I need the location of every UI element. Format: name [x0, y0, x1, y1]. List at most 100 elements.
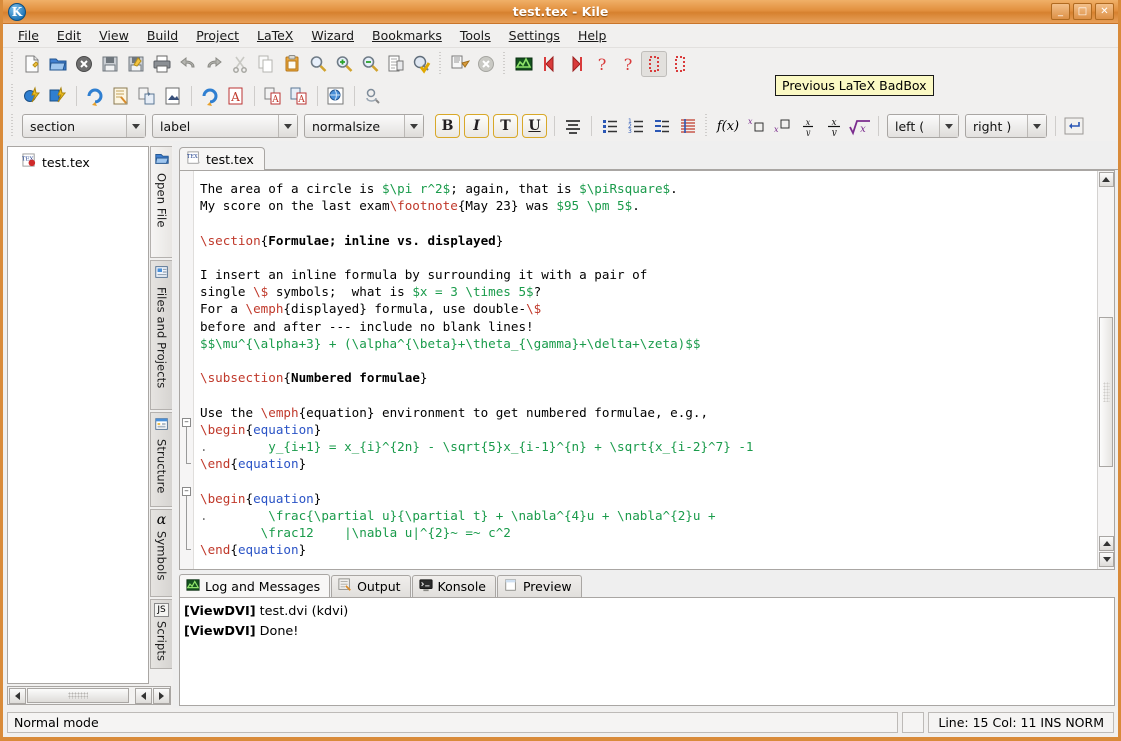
sidebar-item-structure[interactable]: Structure — [150, 412, 172, 507]
list-item[interactable]: TEX test.tex — [8, 151, 148, 173]
zoom-out-icon[interactable] — [357, 51, 383, 77]
close-file-icon[interactable] — [71, 51, 97, 77]
new-file-icon[interactable] — [19, 51, 45, 77]
sidebar-item-open-file[interactable]: Open File — [150, 146, 172, 258]
code-content[interactable]: The area of a circle is $\pi r^2$; again… — [194, 171, 1097, 569]
minimize-button[interactable]: _ — [1051, 3, 1070, 20]
bold-button[interactable]: B — [435, 114, 460, 138]
cut-icon[interactable] — [227, 51, 253, 77]
open-file-icon[interactable] — [45, 51, 71, 77]
menu-latex[interactable]: LaTeX — [248, 25, 302, 46]
text-editor[interactable]: – – The area of a circle is $\pi r^2$; a… — [179, 170, 1115, 570]
sidebar-item-files-and-projects[interactable]: Files and Projects — [150, 260, 172, 410]
undo-icon[interactable] — [175, 51, 201, 77]
spellcheck-icon[interactable] — [409, 51, 435, 77]
function-button[interactable]: f(x) — [713, 113, 743, 139]
quickbuild-icon[interactable] — [19, 83, 45, 109]
viewpdf-icon[interactable]: A — [223, 83, 249, 109]
dfrac-button[interactable]: xy — [821, 113, 847, 139]
next-latex-error-icon[interactable] — [563, 51, 589, 77]
description-icon[interactable] — [649, 113, 675, 139]
section-combo[interactable]: section — [22, 114, 146, 138]
previous-latex-warning-icon[interactable]: ? — [589, 51, 615, 77]
tab-test-tex[interactable]: TEX test.tex — [179, 147, 265, 170]
next-latex-warning-icon[interactable]: ? — [615, 51, 641, 77]
fold-marker-equation-2[interactable]: – — [182, 487, 191, 496]
label-combo[interactable]: label — [152, 114, 298, 138]
forward-search-icon[interactable] — [360, 83, 386, 109]
scroll-left-button-2[interactable] — [135, 687, 152, 704]
menu-settings[interactable]: Settings — [500, 25, 569, 46]
align-center-icon[interactable] — [560, 113, 586, 139]
viewdvi-icon[interactable] — [108, 83, 134, 109]
menu-build[interactable]: Build — [138, 25, 187, 46]
sqrt-button[interactable]: x — [847, 113, 873, 139]
pdflatex-icon[interactable] — [197, 83, 223, 109]
maximize-button[interactable]: □ — [1073, 3, 1092, 20]
scroll-right-button[interactable] — [153, 687, 170, 704]
previous-latex-error-icon[interactable] — [537, 51, 563, 77]
toolbar-grip[interactable] — [10, 52, 16, 76]
toolbar-grip-2[interactable] — [438, 52, 444, 76]
superscript-button[interactable]: x — [743, 113, 769, 139]
scroll-down-button[interactable] — [1099, 552, 1114, 567]
find-icon[interactable] — [305, 51, 331, 77]
tab-preview[interactable]: Preview — [496, 575, 582, 597]
enumerate-icon[interactable]: 123 — [623, 113, 649, 139]
sidebar-item-scripts[interactable]: JS Scripts — [150, 599, 172, 669]
tab-log-and-messages[interactable]: Log and Messages — [179, 574, 331, 597]
open-files-list[interactable]: TEX test.tex — [7, 146, 149, 684]
scrollbar-thumb[interactable] — [27, 688, 129, 703]
underline-button[interactable]: U — [522, 114, 547, 138]
fold-marker-equation-1[interactable]: – — [182, 418, 191, 427]
stop-icon[interactable] — [473, 51, 499, 77]
right-delimiter-arrow[interactable] — [1027, 115, 1046, 137]
scroll-up-button-2[interactable] — [1099, 536, 1114, 551]
frac-button[interactable]: xy — [795, 113, 821, 139]
view-log-icon[interactable] — [511, 51, 537, 77]
menu-bookmarks[interactable]: Bookmarks — [363, 25, 451, 46]
build-toolbar-grip[interactable] — [10, 83, 16, 108]
tabular-icon[interactable] — [675, 113, 701, 139]
menu-file[interactable]: File — [9, 25, 48, 46]
tab-output[interactable]: Output — [331, 575, 411, 597]
insert-newline-icon[interactable] — [1061, 113, 1087, 139]
scroll-up-button[interactable] — [1098, 172, 1114, 187]
size-combo-arrow[interactable] — [404, 115, 423, 137]
menu-help[interactable]: Help — [569, 25, 616, 46]
subscript-button[interactable]: x — [769, 113, 795, 139]
scrollbar-thumb[interactable] — [1099, 317, 1113, 467]
edit-toolbar-grip[interactable] — [10, 114, 16, 138]
next-latex-badbox-icon[interactable] — [667, 51, 693, 77]
forward-dvi-icon[interactable] — [447, 51, 473, 77]
folding-column[interactable]: – – — [180, 171, 194, 569]
menu-tools[interactable]: Tools — [451, 25, 500, 46]
copy-icon[interactable] — [253, 51, 279, 77]
print-preview-icon[interactable] — [383, 51, 409, 77]
typewriter-button[interactable]: T — [493, 114, 518, 138]
sidebar-horizontal-scrollbar[interactable] — [7, 686, 171, 705]
viewps-icon[interactable] — [160, 83, 186, 109]
italic-button[interactable]: I — [464, 114, 489, 138]
section-combo-arrow[interactable] — [126, 115, 145, 137]
save-as-icon[interactable] — [123, 51, 149, 77]
sidebar-item-symbols[interactable]: α Symbols — [150, 509, 172, 597]
log-output[interactable]: [ViewDVI] test.dvi (kdvi) [ViewDVI] Done… — [179, 597, 1115, 706]
editor-vertical-scrollbar[interactable] — [1097, 171, 1114, 569]
view-html-icon[interactable] — [323, 83, 349, 109]
dvi-to-ps-icon[interactable] — [134, 83, 160, 109]
left-delimiter-combo[interactable]: left ( — [887, 114, 959, 138]
quickbuild-view-icon[interactable] — [45, 83, 71, 109]
itemize-icon[interactable] — [597, 113, 623, 139]
latex-icon[interactable] — [82, 83, 108, 109]
menu-project[interactable]: Project — [187, 25, 248, 46]
left-delimiter-arrow[interactable] — [939, 115, 958, 137]
dvi-to-pdf-icon[interactable]: A — [260, 83, 286, 109]
menu-view[interactable]: View — [90, 25, 138, 46]
redo-icon[interactable] — [201, 51, 227, 77]
menu-wizard[interactable]: Wizard — [302, 25, 363, 46]
ps-to-pdf-icon[interactable]: A — [286, 83, 312, 109]
size-combo[interactable]: normalsize — [304, 114, 424, 138]
print-icon[interactable] — [149, 51, 175, 77]
scroll-left-button[interactable] — [9, 687, 26, 704]
